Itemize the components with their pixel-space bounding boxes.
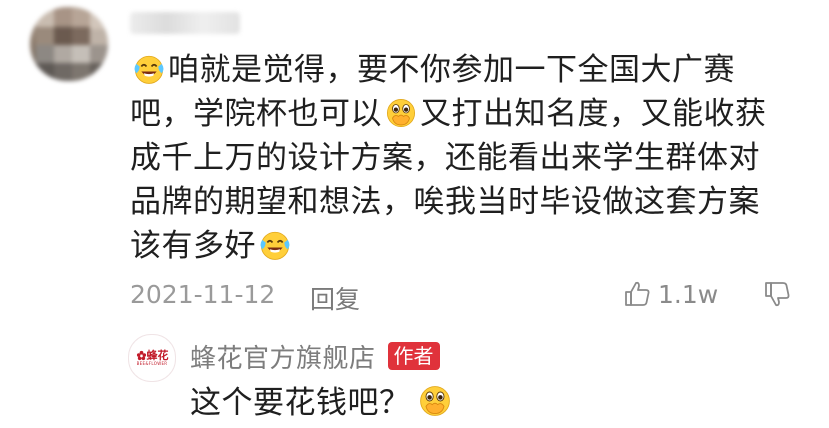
reply-text-content: 这个要花钱吧？	[190, 385, 411, 421]
comment-line-1: 咱就是觉得，要不你参加一下全国大广赛	[130, 48, 790, 92]
reply-author-avatar[interactable]: 蜂花 BEE&FLOWER	[128, 334, 176, 382]
hand-over-mouth-emoji-icon	[419, 386, 450, 416]
brand-logo-subtext: BEE&FLOWER	[136, 360, 168, 366]
comment-line-2: 吧，学院杯也可以 又打出知名度，又能收获	[130, 92, 790, 136]
reply-author-name[interactable]: 蜂花官方旗舰店	[190, 338, 376, 375]
flower-logo-icon	[136, 350, 146, 360]
comment-line-4: 品牌的期望和想法，唉我当时毕设做这套方案	[130, 184, 760, 220]
comment-date: 2021-11-12	[130, 280, 276, 309]
thumbs-up-icon	[625, 281, 650, 306]
brand-logo: 蜂花	[136, 350, 169, 361]
like-button[interactable]: 1.1w	[622, 276, 718, 312]
comment-text-line: 咱就是觉得，要不你参加一下全国大广赛	[168, 52, 735, 88]
author-badge: 作者	[387, 342, 440, 370]
commenter-username-blurred[interactable]	[130, 12, 240, 34]
reply-author-row: 蜂花官方旗舰店 作者	[190, 338, 440, 374]
reply-button[interactable]: 回复	[310, 280, 360, 316]
laugh-cry-emoji-icon	[134, 55, 164, 84]
comment-text-line: 吧，学院杯也可以	[130, 96, 382, 132]
comment-text: 咱就是觉得，要不你参加一下全国大广赛 吧，学院杯也可以 又打出知名度，又能收获 …	[130, 48, 790, 268]
like-count: 1.1w	[658, 279, 719, 309]
commenter-avatar[interactable]	[30, 7, 108, 81]
comment-line-5: 该有多好	[130, 224, 790, 268]
hand-over-mouth-emoji-icon	[386, 98, 416, 128]
brand-logo-text: 蜂花	[146, 348, 169, 362]
comment-meta-row: 2021-11-12 回复 1.1w	[130, 276, 810, 314]
dislike-button[interactable]	[762, 276, 792, 312]
laugh-cry-emoji-icon	[260, 231, 290, 260]
comment-line-3: 成千上万的设计方案，还能看出来学生群体对	[130, 140, 760, 176]
thumbs-down-icon	[765, 282, 790, 307]
comment-text-line: 该有多好	[130, 228, 256, 264]
reply-text: 这个要花钱吧？	[190, 383, 455, 423]
comment-text-line: 又打出知名度，又能收获	[420, 96, 767, 132]
